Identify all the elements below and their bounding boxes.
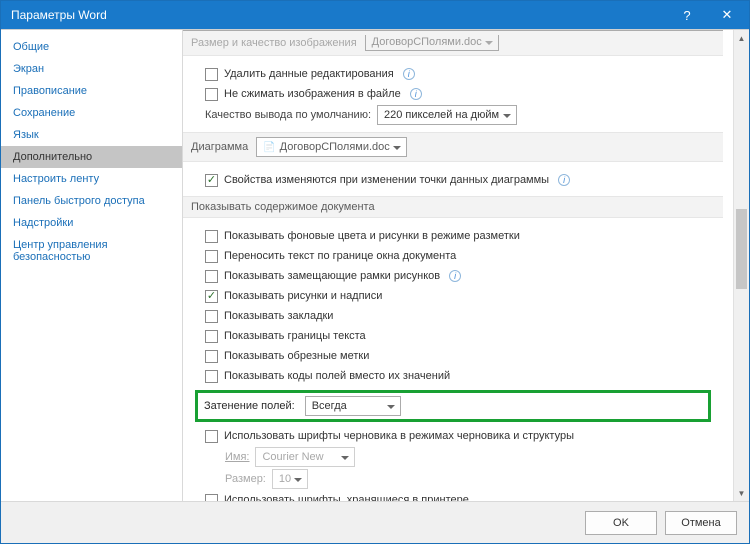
label-placeholders: Показывать замещающие рамки рисунков [224, 267, 440, 285]
row-default-quality: Качество вывода по умолчанию: 220 пиксел… [183, 104, 723, 126]
row-font-name: Имя: Courier New [203, 446, 723, 468]
checkbox-no-compress[interactable] [205, 88, 218, 101]
section-image-size-label: Размер и качество изображения [191, 37, 357, 49]
sidebar-item-proofing[interactable]: Правописание [1, 80, 182, 102]
combo-font-name: Courier New [255, 447, 355, 467]
sidebar-item-addins[interactable]: Надстройки [1, 212, 182, 234]
checkbox-crop-marks[interactable] [205, 350, 218, 363]
content-pane: Размер и качество изображения ДоговорСПо… [183, 30, 733, 501]
row-chart-props: Свойства изменяются при изменении точки … [183, 170, 723, 190]
chart-doc-combo[interactable]: ДоговорСПолями.doc [256, 137, 407, 157]
label-drawings: Показывать рисунки и надписи [224, 287, 382, 305]
info-icon[interactable] [410, 88, 422, 100]
checkbox-wrap-window[interactable] [205, 250, 218, 263]
checkbox-placeholders[interactable] [205, 270, 218, 283]
sidebar-item-trust-center[interactable]: Центр управления безопасностью [1, 234, 182, 268]
section-chart: Диаграмма ДоговорСПолями.doc [183, 132, 723, 162]
section-doc-content: Показывать содержимое документа [183, 196, 723, 218]
field-shading-highlight: Затенение полей: Всегда [195, 390, 711, 422]
sidebar-item-general[interactable]: Общие [1, 36, 182, 58]
sidebar: Общие Экран Правописание Сохранение Язык… [1, 30, 183, 501]
checkbox-printer-fonts[interactable] [205, 494, 218, 502]
titlebar: Параметры Word ? ✕ [1, 1, 749, 29]
checkbox-bg-colors[interactable] [205, 230, 218, 243]
help-button[interactable]: ? [667, 1, 707, 29]
scroll-up-icon[interactable]: ▲ [734, 30, 749, 46]
label-font-size: Размер: [225, 470, 266, 488]
combo-font-size: 10 [272, 469, 308, 489]
checkbox-discard-edit[interactable] [205, 68, 218, 81]
checkbox-field-codes[interactable] [205, 370, 218, 383]
label-bg-colors: Показывать фоновые цвета и рисунки в реж… [224, 227, 520, 245]
dialog-footer: OK Отмена [1, 501, 749, 543]
label-default-quality: Качество вывода по умолчанию: [205, 106, 371, 124]
sidebar-item-qat[interactable]: Панель быстрого доступа [1, 190, 182, 212]
scroll-down-icon[interactable]: ▼ [734, 485, 749, 501]
dialog-body: Общие Экран Правописание Сохранение Язык… [1, 29, 749, 501]
sidebar-item-customize-ribbon[interactable]: Настроить ленту [1, 168, 182, 190]
sidebar-item-save[interactable]: Сохранение [1, 102, 182, 124]
row-no-compress: Не сжимать изображения в файле [183, 84, 723, 104]
info-icon[interactable] [558, 174, 570, 186]
sidebar-item-language[interactable]: Язык [1, 124, 182, 146]
scroll-thumb[interactable] [736, 209, 747, 289]
combo-default-quality[interactable]: 220 пикселей на дюйм [377, 105, 517, 125]
label-field-shading: Затенение полей: [204, 400, 295, 412]
label-draft-font: Использовать шрифты черновика в режимах … [224, 427, 574, 445]
checkbox-draft-font[interactable] [205, 430, 218, 443]
row-discard-edit: Удалить данные редактирования [183, 64, 723, 84]
checkbox-chart-props[interactable] [205, 174, 218, 187]
content-wrap: Размер и качество изображения ДоговорСПо… [183, 30, 749, 501]
row-font-size: Размер: 10 [203, 468, 723, 490]
info-icon[interactable] [403, 68, 415, 80]
cancel-button[interactable]: Отмена [665, 511, 737, 535]
label-no-compress: Не сжимать изображения в файле [224, 85, 401, 103]
ok-button[interactable]: OK [585, 511, 657, 535]
sidebar-item-advanced[interactable]: Дополнительно [1, 146, 182, 168]
label-chart-props: Свойства изменяются при изменении точки … [224, 171, 549, 189]
options-dialog: Параметры Word ? ✕ Общие Экран Правописа… [0, 0, 750, 544]
section-chart-label: Диаграмма [191, 141, 248, 153]
label-font-name: Имя: [225, 448, 249, 466]
window-title: Параметры Word [11, 8, 667, 22]
info-icon[interactable] [449, 270, 461, 282]
sidebar-item-display[interactable]: Экран [1, 58, 182, 80]
label-text-boundaries: Показывать границы текста [224, 327, 366, 345]
label-crop-marks: Показывать обрезные метки [224, 347, 369, 365]
image-size-doc-combo[interactable]: ДоговорСПолями.doc [365, 35, 499, 51]
vertical-scrollbar[interactable]: ▲ ▼ [733, 30, 749, 501]
checkbox-bookmarks[interactable] [205, 310, 218, 323]
label-discard-edit: Удалить данные редактирования [224, 65, 394, 83]
label-printer-fonts: Использовать шрифты, хранящиеся в принте… [224, 491, 469, 501]
section-image-size: Размер и качество изображения ДоговорСПо… [183, 30, 723, 56]
checkbox-text-boundaries[interactable] [205, 330, 218, 343]
label-wrap-window: Переносить текст по границе окна докумен… [224, 247, 456, 265]
label-field-codes: Показывать коды полей вместо их значений [224, 367, 450, 385]
label-bookmarks: Показывать закладки [224, 307, 333, 325]
close-button[interactable]: ✕ [707, 1, 747, 29]
checkbox-drawings[interactable] [205, 290, 218, 303]
combo-field-shading[interactable]: Всегда [305, 396, 401, 416]
